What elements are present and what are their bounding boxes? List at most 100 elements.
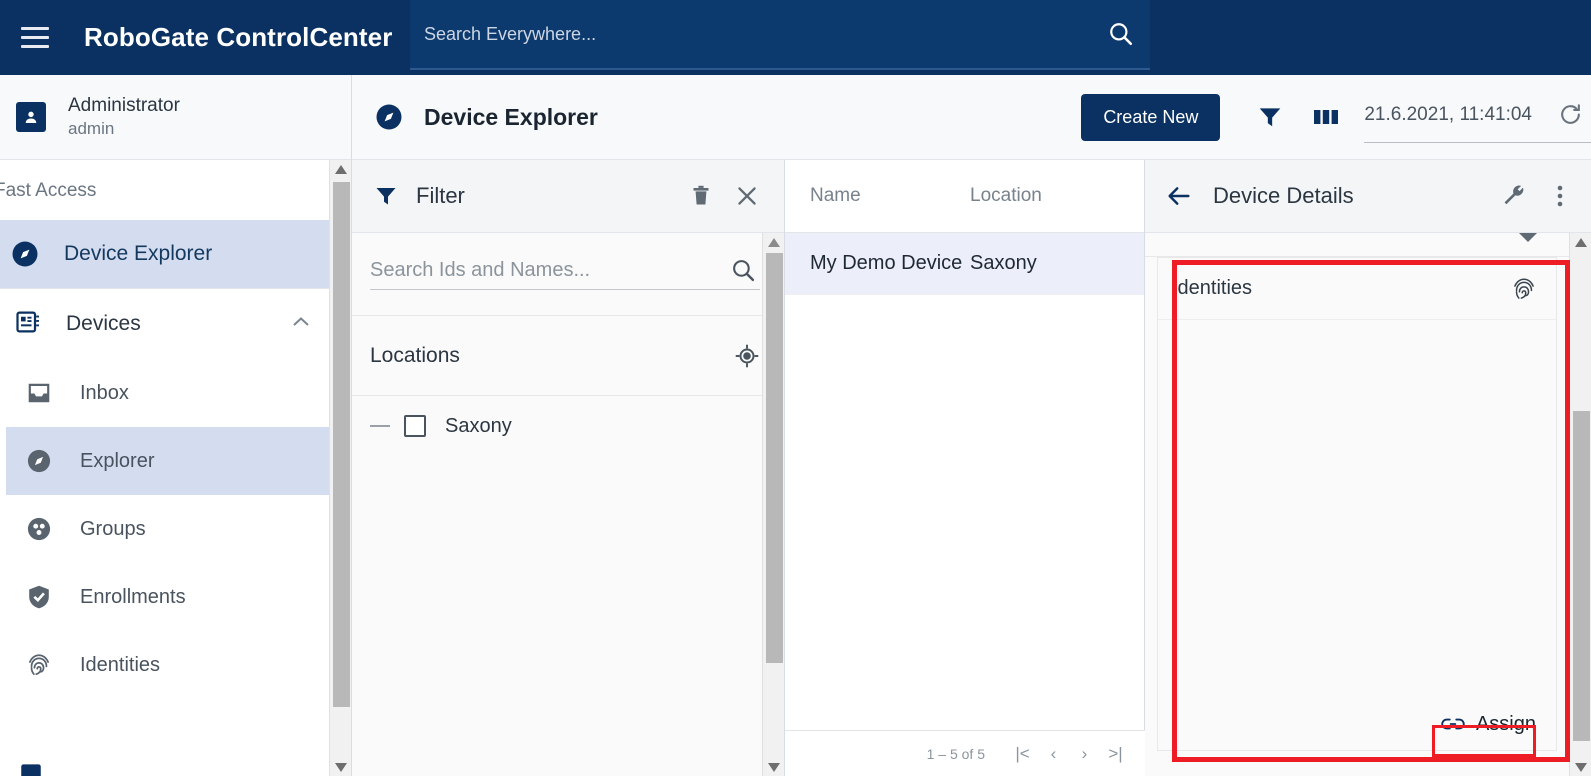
compass-icon [8, 239, 42, 269]
filter-node-label: Saxony [445, 414, 512, 437]
scrollbar-thumb[interactable] [766, 253, 783, 663]
dash-icon [370, 425, 390, 427]
scroll-up-arrow-icon[interactable] [763, 233, 785, 251]
target-crosshair-icon[interactable] [734, 343, 760, 369]
sidebar-item-label: Device Explorer [64, 242, 213, 265]
scrollbar-thumb[interactable] [1573, 411, 1590, 741]
assign-button[interactable]: Assign [1434, 709, 1542, 740]
sidebar-item-label: Inbox [80, 381, 129, 404]
hamburger-menu-icon[interactable] [14, 17, 56, 59]
scroll-up-arrow-icon[interactable] [330, 160, 351, 178]
arrow-left-icon[interactable] [1165, 182, 1193, 210]
filter-funnel-icon [374, 184, 398, 208]
search-icon[interactable] [726, 258, 760, 283]
user-name: Administrator [68, 94, 180, 116]
device-details-header: Device Details [1145, 160, 1591, 233]
pagination-next-button[interactable]: › [1069, 738, 1100, 769]
refresh-icon[interactable] [1558, 102, 1583, 127]
compass-icon [374, 102, 404, 132]
more-vertical-icon[interactable] [1537, 173, 1583, 219]
sidebar-group-label: Devices [66, 312, 141, 335]
fingerprint-icon [22, 651, 56, 679]
table-row[interactable]: My Demo Device Saxony [785, 233, 1144, 295]
sidebar-scrollbar[interactable] [329, 160, 351, 776]
device-list-panel: Name Location My Demo Device Saxony 1 – … [785, 160, 1145, 776]
scroll-down-arrow-icon[interactable] [763, 758, 785, 776]
device-details-panel: Device Details Identities Assign [1145, 160, 1591, 776]
filter-panel-title: Filter [416, 183, 465, 208]
sidebar-item-label: Identities [80, 653, 161, 676]
pagination-range: 1 – 5 of 5 [926, 745, 985, 762]
compass-icon [22, 447, 56, 475]
filter-search-input[interactable] [370, 259, 726, 282]
filter-funnel-icon[interactable] [1242, 91, 1298, 143]
sidebar-nav: Fast Access Device Explorer Devices Inbo… [0, 160, 351, 776]
column-header-location[interactable]: Location [970, 185, 1130, 207]
cell-device-name: My Demo Device [810, 252, 963, 274]
pagination-prev-button[interactable]: ‹ [1038, 738, 1069, 769]
device-board-icon [14, 308, 42, 341]
inbox-icon [22, 380, 56, 406]
page-title: Device Explorer [424, 103, 598, 130]
sidebar-subitems: Inbox Explorer Groups Enrollments Identi… [0, 359, 351, 699]
collapsed-card-above[interactable] [1145, 233, 1569, 257]
scroll-down-arrow-icon[interactable] [330, 758, 351, 776]
timestamp-field[interactable]: 21.6.2021, 11:41:04 [1364, 91, 1591, 143]
filter-panel: Filter Search Ids and Names... Locations… [352, 160, 785, 776]
identities-card-body [1158, 320, 1556, 698]
pagination-first-button[interactable]: |< [1007, 738, 1038, 769]
filter-group-title: Locations [370, 343, 460, 367]
sidebar-item-identities[interactable]: Identities [6, 631, 351, 699]
columns-icon[interactable] [1298, 91, 1354, 143]
sidebar-item-enrollments[interactable]: Enrollments [6, 563, 351, 631]
sidebar-item-label: Enrollments [80, 585, 186, 608]
fingerprint-icon [1510, 275, 1538, 303]
shield-check-icon [22, 583, 56, 611]
sidebar-item-label: Groups [80, 517, 146, 540]
wrench-icon[interactable] [1491, 173, 1537, 219]
fast-access-label: Fast Access [0, 180, 97, 201]
scroll-up-arrow-icon[interactable] [1570, 233, 1591, 251]
search-icon[interactable] [1092, 0, 1150, 69]
create-new-button[interactable]: Create New [1081, 93, 1221, 141]
sidebar-item-groups[interactable]: Groups [6, 495, 351, 563]
filter-tree-node-saxony[interactable]: Saxony [352, 396, 784, 456]
sidebar-item-label: Explorer [80, 449, 155, 472]
filter-search-row[interactable] [352, 233, 784, 316]
search-input[interactable] [410, 23, 1092, 45]
global-search[interactable] [410, 0, 1150, 70]
user-profile-block[interactable]: Administrator admin [0, 75, 351, 160]
assign-button-label: Assign [1475, 712, 1536, 735]
sidebar-item-explorer[interactable]: Explorer [6, 427, 351, 495]
trash-icon[interactable] [678, 173, 724, 219]
identities-card-title: Identities [1172, 277, 1253, 299]
pagination-bar: 1 – 5 of 5 |< ‹ › >| [785, 730, 1145, 776]
timestamp-text: 21.6.2021, 11:41:04 [1364, 103, 1532, 125]
pagination-last-button[interactable]: >| [1100, 738, 1131, 769]
scroll-down-arrow-icon[interactable] [1570, 758, 1591, 776]
chevron-up-icon[interactable] [289, 310, 313, 339]
details-scrollbar[interactable] [1569, 233, 1591, 776]
scrollbar-thumb[interactable] [333, 182, 350, 707]
sidebar-group-devices[interactable]: Devices [0, 289, 351, 359]
identities-card-footer: Assign [1158, 698, 1556, 750]
app-title: RoboGate ControlCenter [84, 22, 393, 52]
device-details-title: Device Details [1213, 183, 1354, 208]
top-bar: RoboGate ControlCenter [0, 0, 1591, 75]
page-header: Device Explorer Create New 21.6.2021, 11… [352, 75, 1591, 160]
cell-device-location: Saxony [970, 252, 1037, 274]
sidebar-clipped-item [0, 760, 330, 776]
filter-checkbox[interactable] [404, 415, 426, 437]
identities-card[interactable]: Identities Assign [1157, 257, 1557, 751]
sidebar-item-inbox[interactable]: Inbox [6, 359, 351, 427]
sidebar: Administrator admin Fast Access Device E… [0, 75, 352, 776]
column-header-name[interactable]: Name [785, 185, 970, 207]
filter-panel-header: Filter [352, 160, 784, 233]
user-login: admin [68, 119, 115, 139]
application-root: RoboGate ControlCenter Administrator [0, 0, 1591, 776]
identities-card-header: Identities [1158, 258, 1556, 320]
sidebar-item-device-explorer[interactable]: Device Explorer [0, 220, 351, 288]
table-header-row: Name Location [785, 160, 1144, 233]
close-x-icon[interactable] [724, 173, 770, 219]
filter-scrollbar[interactable] [762, 233, 784, 776]
